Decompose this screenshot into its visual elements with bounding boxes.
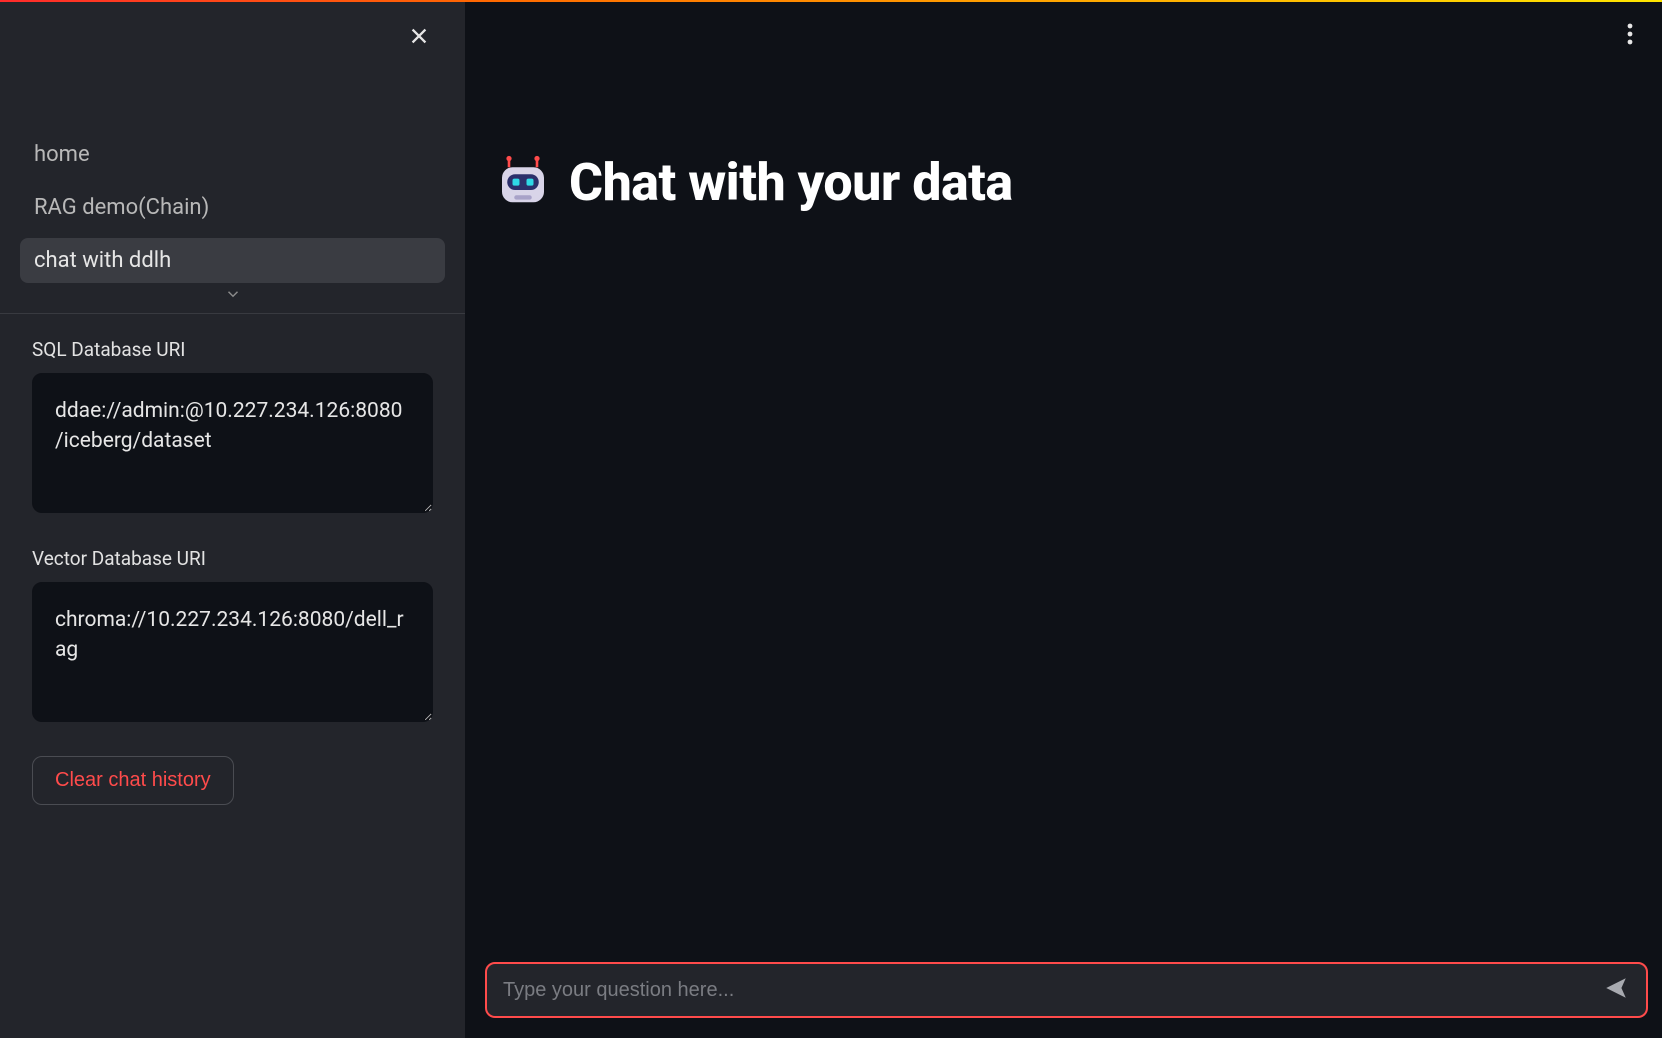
chevron-down-icon <box>224 285 242 307</box>
close-sidebar-button[interactable] <box>405 24 433 52</box>
sidebar-item-rag-demo[interactable]: RAG demo(Chain) <box>20 185 445 230</box>
vector-uri-label: Vector Database URI <box>32 547 433 570</box>
sql-uri-input[interactable] <box>32 373 433 513</box>
sidebar-expander-toggle[interactable] <box>0 285 465 313</box>
clear-chat-history-button[interactable]: Clear chat history <box>32 756 234 805</box>
send-button[interactable] <box>1598 972 1634 1008</box>
chat-input-row <box>485 962 1648 1018</box>
vector-uri-field-block: Vector Database URI <box>32 547 433 726</box>
main-menu-button[interactable] <box>1616 22 1644 50</box>
page-title-row: Chat with your data <box>495 152 1662 213</box>
sidebar-item-label: chat with ddlh <box>34 248 171 273</box>
clear-chat-history-label: Clear chat history <box>55 769 211 792</box>
page-title: Chat with your data <box>569 152 1013 213</box>
chat-input[interactable] <box>503 979 1598 1002</box>
sidebar-fields: SQL Database URI Vector Database URI Cle… <box>0 314 465 833</box>
sidebar-item-chat-with-ddlh[interactable]: chat with ddlh <box>20 238 445 283</box>
sql-uri-label: SQL Database URI <box>32 338 433 361</box>
chat-input-wrap <box>485 962 1648 1018</box>
sql-uri-field-block: SQL Database URI <box>32 338 433 517</box>
send-icon <box>1603 975 1629 1005</box>
close-icon <box>408 25 430 51</box>
sidebar: home RAG demo(Chain) chat with ddlh SQL … <box>0 2 465 1038</box>
sidebar-nav: home RAG demo(Chain) chat with ddlh <box>0 132 465 291</box>
vector-uri-input[interactable] <box>32 582 433 722</box>
sidebar-item-label: home <box>34 142 90 167</box>
sidebar-item-label: RAG demo(Chain) <box>34 195 209 220</box>
sidebar-item-home[interactable]: home <box>20 132 445 177</box>
kebab-menu-icon <box>1627 23 1633 49</box>
main-area: Chat with your data <box>465 2 1662 1038</box>
robot-icon <box>495 155 551 211</box>
